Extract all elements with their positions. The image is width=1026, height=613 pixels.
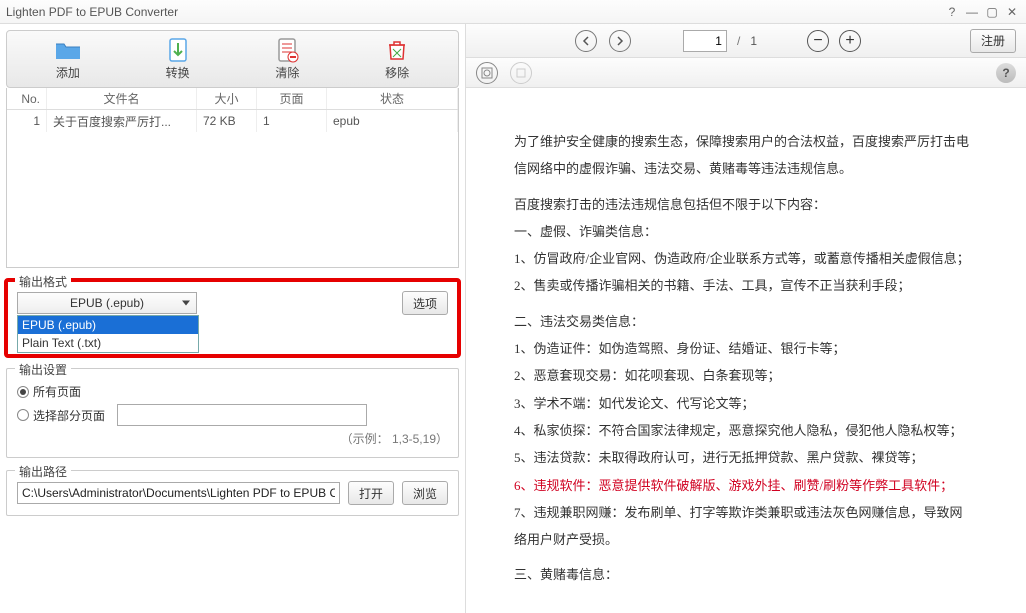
col-status[interactable]: 状态 (327, 88, 458, 109)
folder-open-icon (54, 38, 82, 62)
table-row[interactable]: 1 关于百度搜索严厉打... 72 KB 1 epub (7, 110, 458, 132)
output-path-legend: 输出路径 (15, 463, 71, 480)
output-format-selected: EPUB (.epub) (70, 296, 144, 310)
help-icon[interactable]: ? (944, 4, 960, 20)
document-preview: 为了维护安全健康的搜索生态，保障搜索用户的合法权益，百度搜索严厉打击电信网络中的… (466, 88, 1026, 613)
radio-dot-icon (17, 386, 29, 398)
output-format-dropdown: EPUB (.epub) Plain Text (.txt) (17, 315, 199, 353)
convert-button[interactable]: 转换 (133, 38, 223, 81)
convert-label: 转换 (166, 64, 190, 81)
page-range-hint: （示例： 1,3-5,19） (17, 430, 448, 447)
trash-icon (383, 38, 411, 62)
page-total: 1 (750, 34, 757, 48)
preview-line: 7、违规兼职网赚：发布刷单、打字等欺诈类兼职或违法灰色网赚信息，导致网 (514, 499, 978, 526)
cell-size: 72 KB (197, 110, 257, 132)
prev-page-button[interactable] (575, 30, 597, 52)
preview-line (514, 183, 978, 191)
page-range-input[interactable] (117, 404, 367, 426)
view-mode-2-icon[interactable] (510, 62, 532, 84)
format-option-epub[interactable]: EPUB (.epub) (18, 316, 198, 334)
radio-all-pages[interactable]: 所有页面 (17, 383, 448, 400)
preview-line: 1、仿冒政府/企业官网、伪造政府/企业联系方式等，或蓄意传播相关虚假信息； (514, 245, 978, 272)
help-circle-icon[interactable]: ? (996, 63, 1016, 83)
clear-button[interactable]: 清除 (242, 38, 332, 81)
output-path-group: 输出路径 打开 浏览 (6, 470, 459, 516)
preview-line: 6、违规软件：恶意提供软件破解版、游戏外挂、刷赞/刷粉等作弊工具软件； (514, 472, 978, 499)
radio-all-pages-label: 所有页面 (33, 383, 81, 400)
view-mode-1-icon[interactable] (476, 62, 498, 84)
output-settings-group: 输出设置 所有页面 选择部分页面 （示例： 1,3-5,19） (6, 368, 459, 458)
format-option-txt[interactable]: Plain Text (.txt) (18, 334, 198, 352)
preview-line: 1、伪造证件：如伪造驾照、身份证、结婚证、银行卡等； (514, 335, 978, 362)
window-title: Lighten PDF to EPUB Converter (6, 5, 178, 19)
output-format-legend: 输出格式 (15, 273, 71, 290)
browse-button[interactable]: 浏览 (402, 481, 448, 505)
preview-toolbar: / 1 − + 注册 (466, 24, 1026, 58)
remove-button[interactable]: 移除 (352, 38, 442, 81)
register-button[interactable]: 注册 (970, 29, 1016, 53)
zoom-in-button[interactable]: + (839, 30, 861, 52)
preview-line: 2、恶意套现交易：如花呗套现、白条套现等； (514, 362, 978, 389)
chevron-down-icon (182, 301, 190, 306)
preview-line: 一、虚假、诈骗类信息： (514, 218, 978, 245)
col-name[interactable]: 文件名 (47, 88, 197, 109)
preview-subtoolbar: ? (466, 58, 1026, 88)
add-button[interactable]: 添加 (23, 38, 113, 81)
col-size[interactable]: 大小 (197, 88, 257, 109)
add-label: 添加 (56, 64, 80, 81)
zoom-out-button[interactable]: − (807, 30, 829, 52)
preview-line: 三、黄赌毒信息： (514, 561, 978, 588)
maximize-icon[interactable]: ▢ (984, 4, 1000, 20)
remove-label: 移除 (385, 64, 409, 81)
next-page-button[interactable] (609, 30, 631, 52)
preview-line: 3、学术不端：如代发论文、代写论文等； (514, 390, 978, 417)
preview-line: 5、违法贷款：未取得政府认可，进行无抵押贷款、黑户贷款、裸贷等； (514, 444, 978, 471)
preview-line: 4、私家侦探：不符合国家法律规定，恶意探究他人隐私，侵犯他人隐私权等； (514, 417, 978, 444)
output-settings-legend: 输出设置 (15, 361, 71, 378)
titlebar: Lighten PDF to EPUB Converter ? — ▢ ✕ (0, 0, 1026, 24)
preview-line: 为了维护安全健康的搜索生态，保障搜索用户的合法权益，百度搜索严厉打击电 (514, 128, 978, 155)
output-format-select[interactable]: EPUB (.epub) EPUB (.epub) Plain Text (.t… (17, 292, 197, 314)
preview-line: 络用户财产受损。 (514, 526, 978, 553)
output-path-input[interactable] (17, 482, 340, 504)
radio-dot-icon (17, 409, 29, 421)
preview-line (514, 300, 978, 308)
output-format-group: 输出格式 EPUB (.epub) EPUB (.epub) Plain Tex… (6, 280, 459, 356)
cell-name: 关于百度搜索严厉打... (47, 110, 197, 132)
preview-line: 二、违法交易类信息： (514, 308, 978, 335)
radio-select-pages-label: 选择部分页面 (33, 407, 105, 424)
preview-line (514, 553, 978, 561)
col-no[interactable]: No. (7, 88, 47, 109)
col-pages[interactable]: 页面 (257, 88, 327, 109)
page-number-input[interactable] (683, 30, 727, 52)
cell-no: 1 (7, 110, 47, 132)
minimize-icon[interactable]: — (964, 4, 980, 20)
document-clear-icon (273, 38, 301, 62)
preview-line: 2、售卖或传播诈骗相关的书籍、手法、工具，宣传不正当获利手段； (514, 272, 978, 299)
preview-line: 信网络中的虚假诈骗、违法交易、黄赌毒等违法违规信息。 (514, 155, 978, 182)
document-convert-icon (164, 38, 192, 62)
page-sep: / (737, 34, 740, 48)
cell-status: epub (327, 110, 458, 132)
cell-pages: 1 (257, 110, 327, 132)
radio-select-pages[interactable]: 选择部分页面 (17, 404, 448, 426)
table-header: No. 文件名 大小 页面 状态 (7, 88, 458, 110)
file-table: No. 文件名 大小 页面 状态 1 关于百度搜索严厉打... 72 KB 1 … (6, 88, 459, 268)
main-toolbar: 添加 转换 清除 移除 (6, 30, 459, 88)
clear-label: 清除 (275, 64, 299, 81)
options-button[interactable]: 选项 (402, 291, 448, 315)
open-button[interactable]: 打开 (348, 481, 394, 505)
preview-line: 百度搜索打击的违法违规信息包括但不限于以下内容： (514, 191, 978, 218)
close-icon[interactable]: ✕ (1004, 4, 1020, 20)
